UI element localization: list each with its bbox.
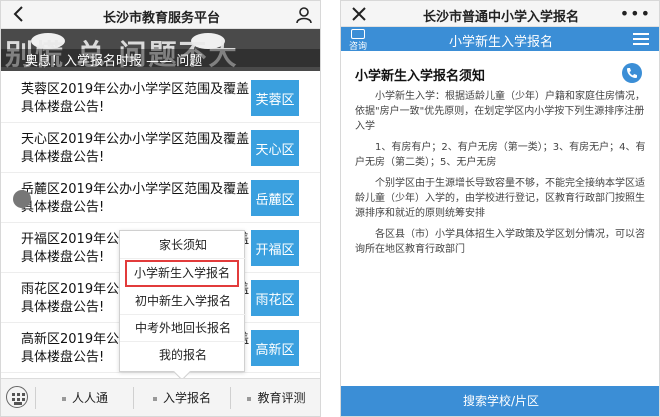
menu-square-icon [152,396,157,401]
notice-body: 小学新生入学：根据适龄儿童（少年）户籍和家庭住房情况，依据"房户一致"优先原则，… [355,89,647,263]
news-item[interactable]: 天心区2019年公办小学学区范围及覆盖具体楼盘公告! 天心区 [1,123,320,173]
keyboard-icon[interactable] [6,386,28,408]
menu-item-primary-enrollment[interactable]: 小学新生入学报名 [125,260,239,287]
page-title-bar: 咨询 小学新生入学报名 [341,27,659,52]
menu-square-icon [61,396,66,401]
news-district-thumb: 开福区 [251,230,299,266]
tab-label: 人人通 [71,391,108,405]
notice-paragraph: 各区县（市）小学具体招生入学政策及学区划分情况，可以咨询所在地区教育行政部门 [355,229,645,255]
phone-call-button[interactable] [622,63,642,83]
banner-caption: 奥息！入学报名时报 —— 问题 [25,54,203,69]
news-district-thumb: 高新区 [251,330,299,366]
notice-heading: 小学新生入学报名须知 [355,69,486,84]
search-school-district-button[interactable]: 搜索学校/片区 [341,386,659,416]
tab-label: 教育评测 [257,391,306,405]
menu-item-junior-enrollment[interactable]: 初中新生入学报名 [120,288,246,315]
notice-paragraph: 1、有房有户；2、有户无房（第一类）；3、有房无户；4、有户无房（第二类）；5、… [355,142,646,168]
news-item[interactable]: 岳麓区2019年公办小学学区范围及覆盖具体楼盘公告! 岳麓区 [1,173,320,223]
enrollment-popup-menu: 家长须知 小学新生入学报名 初中新生入学报名 中考外地回长报名 我的报名 [119,230,246,381]
tab-renrentong[interactable]: 人人通 [37,379,133,416]
menu-item-exam-return-registration[interactable]: 中考外地回长报名 [120,315,246,342]
news-title: 岳麓区2019年公办小学学区范围及覆盖具体楼盘公告! [21,182,250,215]
tab-education-assessment[interactable]: 教育评测 [231,379,320,416]
screenshot-composite: 长沙市教育服务平台 别慌 总 问题不大 奥息！入学报名时报 —— 问题 芙蓉区2… [0,0,660,417]
left-phone-screen: 长沙市教育服务平台 别慌 总 问题不大 奥息！入学报名时报 —— 问题 芙蓉区2… [0,0,321,417]
news-banner[interactable]: 别慌 总 问题不大 奥息！入学报名时报 —— 问题 [1,29,320,71]
phone-icon [627,68,637,78]
news-district-thumb: 岳麓区 [251,180,299,216]
notice-paragraph: 小学新生入学：根据适龄儿童（少年）户籍和家庭住房情况，依据"房户一致"优先原则，… [355,91,645,132]
bottom-tab-bar: 人人通 入学报名 教育评测 [1,378,320,416]
notice-paragraph: 个别学区由于生源增长导致容量不够，不能完全接纳本学区适龄儿童（少年）入学的，由学… [355,178,645,219]
left-header-title: 长沙市教育服务平台 [102,11,220,26]
right-header-title: 长沙市普通中小学入学报名 [422,10,579,25]
user-icon[interactable] [294,5,314,25]
floating-pager-dot[interactable] [13,190,31,208]
left-header: 长沙市教育服务平台 [1,1,320,29]
menu-square-icon [247,396,252,401]
right-phone-screen: 长沙市普通中小学入学报名 ••• 咨询 小学新生入学报名 小学新生入学报名须知 … [340,0,660,417]
tab-enrollment[interactable]: 入学报名 [134,379,230,416]
tab-divider [35,387,36,409]
page-title: 小学新生入学报名 [448,35,553,50]
tab-label: 入学报名 [162,391,211,405]
menu-item-parent-notice[interactable]: 家长须知 [120,232,246,259]
news-district-thumb: 芙蓉区 [251,80,299,116]
right-header: 长沙市普通中小学入学报名 ••• [341,1,659,27]
news-title: 芙蓉区2019年公办小学学区范围及覆盖具体楼盘公告! [21,82,250,115]
hamburger-menu-icon[interactable] [633,33,649,45]
news-district-thumb: 天心区 [251,130,299,166]
news-item[interactable]: 芙蓉区2019年公办小学学区范围及覆盖具体楼盘公告! 芙蓉区 [1,73,320,123]
news-title: 天心区2019年公办小学学区范围及覆盖具体楼盘公告! [21,132,250,165]
more-options-icon[interactable]: ••• [620,4,651,23]
news-district-thumb: 雨花区 [251,280,299,316]
